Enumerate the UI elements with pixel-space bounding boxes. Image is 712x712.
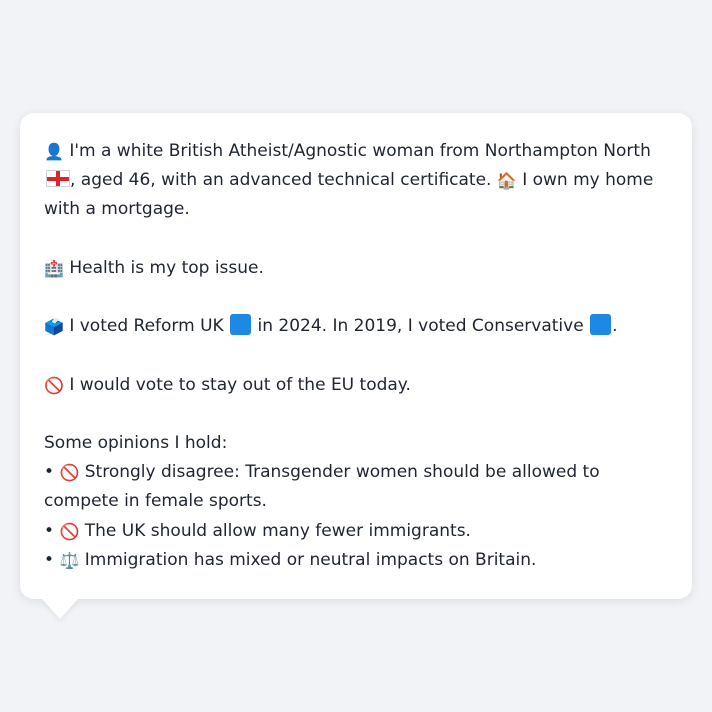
person-silhouette-icon: 👤 bbox=[44, 142, 64, 161]
opinions-heading: Some opinions I hold: bbox=[44, 432, 228, 453]
blue-square-icon bbox=[230, 314, 252, 336]
opinion-text: Strongly disagree: Transgender women sho… bbox=[44, 462, 600, 512]
intro-paragraph: 👤 I'm a white British Atheist/Agnostic w… bbox=[44, 137, 672, 225]
opinion-item: • ⚖️ Immigration has mixed or neutral im… bbox=[44, 546, 672, 575]
health-paragraph: 🏥 Health is my top issue. bbox=[44, 254, 672, 283]
intro-text-part1: I'm a white British Atheist/Agnostic wom… bbox=[69, 141, 651, 161]
prohibited-icon: 🚫 bbox=[59, 521, 80, 541]
bullet: • bbox=[44, 549, 55, 570]
blue-square-icon bbox=[590, 314, 612, 336]
prohibited-icon: 🚫 bbox=[59, 463, 80, 483]
persona-message-bubble: 👤 I'm a white British Atheist/Agnostic w… bbox=[20, 113, 692, 599]
eu-paragraph: 🚫 I would vote to stay out of the EU tod… bbox=[44, 371, 672, 400]
eu-text: I would vote to stay out of the EU today… bbox=[69, 374, 411, 395]
bubble-tail bbox=[42, 599, 78, 619]
opinion-text: Immigration has mixed or neutral impacts… bbox=[84, 549, 537, 570]
opinion-text: The UK should allow many fewer immigrant… bbox=[84, 520, 471, 541]
opinion-item: • 🚫 The UK should allow many fewer immig… bbox=[44, 517, 672, 546]
hospital-icon: 🏥 bbox=[44, 258, 64, 278]
opinion-item: • 🚫 Strongly disagree: Transgender women… bbox=[44, 458, 672, 516]
vote-text-part1: I voted Reform UK bbox=[69, 316, 224, 337]
bullet: • bbox=[44, 462, 55, 483]
house-icon: 🏠 bbox=[496, 171, 517, 191]
vote-text-part3: . bbox=[612, 316, 618, 337]
ballot-box-icon: 🗳️ bbox=[44, 317, 64, 337]
health-text: Health is my top issue. bbox=[69, 257, 264, 278]
vote-text-part2: in 2024. In 2019, I voted Conservative bbox=[257, 316, 584, 337]
england-flag-icon bbox=[46, 170, 70, 188]
vote-paragraph: 🗳️ I voted Reform UK in 2024. In 2019, I… bbox=[44, 312, 672, 341]
intro-text-part2: , aged 46, with an advanced technical ce… bbox=[70, 170, 492, 191]
balance-scale-icon: ⚖️ bbox=[59, 550, 80, 570]
prohibited-icon: 🚫 bbox=[44, 375, 64, 395]
bullet: • bbox=[44, 520, 55, 541]
